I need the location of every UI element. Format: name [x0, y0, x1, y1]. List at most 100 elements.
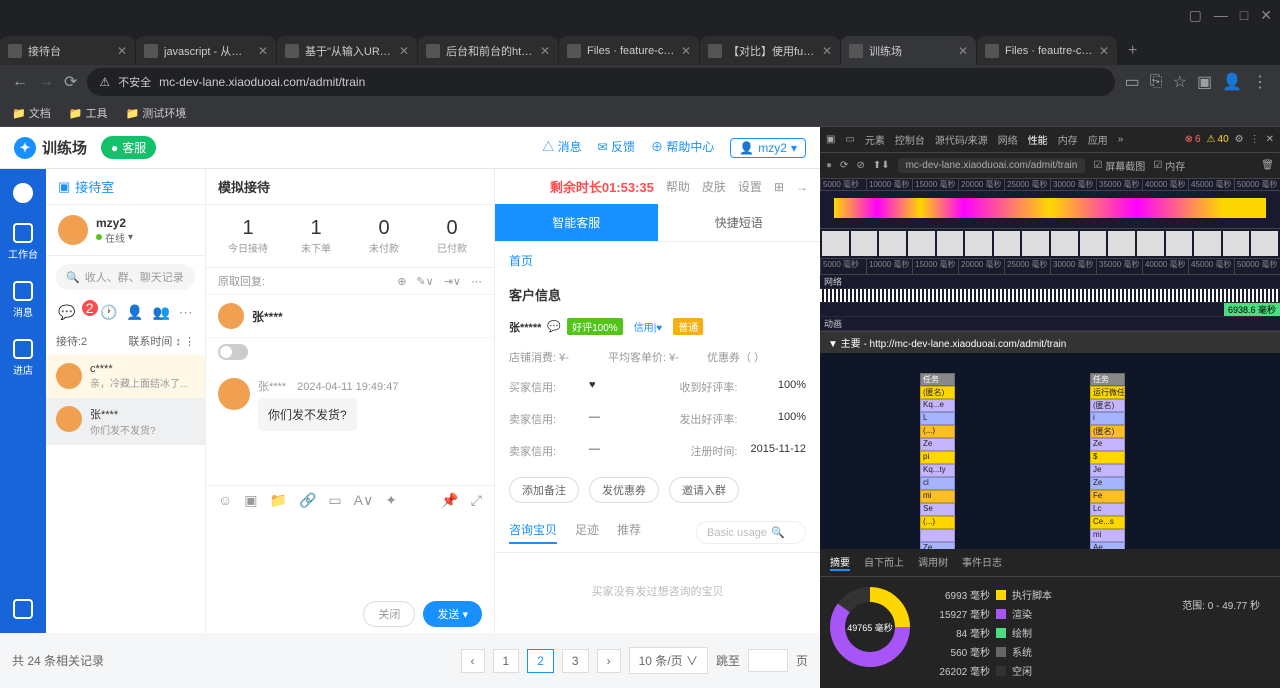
search-goods[interactable]: Basic usage 🔍	[696, 521, 806, 544]
chat-icon[interactable]: 💬	[547, 320, 561, 333]
frame-thumbnail[interactable]	[1108, 231, 1135, 256]
perf-url[interactable]: mc-dev-lane.xiaoduoai.com/admit/train	[898, 158, 1086, 173]
tab-ai[interactable]: 智能客服	[495, 204, 658, 241]
status[interactable]: 在线 ▾	[96, 230, 133, 245]
message-input[interactable]	[206, 515, 494, 595]
error-count[interactable]: ⊗ 6	[1185, 134, 1201, 145]
close-tab-icon[interactable]: ✕	[822, 44, 832, 58]
device-icon[interactable]: ▭	[845, 134, 854, 145]
tab-quick[interactable]: 快捷短语	[658, 204, 821, 241]
star-icon[interactable]: ✦	[385, 492, 397, 509]
cancel-button[interactable]: 关闭	[363, 601, 415, 627]
group-icon[interactable]: 👥	[153, 304, 170, 321]
page-3[interactable]: 3	[562, 649, 589, 673]
star-icon[interactable]: ☆	[1173, 72, 1187, 92]
more-icon[interactable]: ⋯	[179, 304, 193, 321]
close-tab-icon[interactable]: ✕	[258, 44, 268, 58]
minimize-icon[interactable]: —	[1214, 7, 1228, 23]
gear-icon[interactable]: ⚙	[1235, 134, 1244, 145]
close-tab-icon[interactable]: ✕	[681, 44, 691, 58]
subtab-recommend[interactable]: 推荐	[617, 521, 641, 544]
memory-check[interactable]: ☑ 内存	[1153, 158, 1185, 173]
card-icon[interactable]: ▭	[328, 492, 341, 509]
devtools-tab[interactable]: 元素	[865, 132, 885, 147]
frame-thumbnail[interactable]	[1223, 231, 1250, 256]
edit-icon[interactable]: ✎∨	[416, 275, 433, 288]
restore-icon[interactable]: ▢	[1189, 7, 1202, 24]
devtools-tab[interactable]: 性能	[1028, 132, 1048, 147]
flame-main-label[interactable]: ▼ 主要 - http://mc-dev-lane.xiaoduoai.com/…	[820, 332, 1280, 353]
close-tab-icon[interactable]: ✕	[1099, 44, 1109, 58]
extensions-icon[interactable]: ▣	[1197, 72, 1212, 92]
header-msg[interactable]: △ 消息	[542, 138, 581, 158]
help-link[interactable]: 帮助	[666, 178, 690, 195]
close-window-icon[interactable]: ✕	[1260, 7, 1272, 24]
overflow-icon[interactable]: »	[1118, 134, 1124, 145]
flame-chart[interactable]: 任务(匿名)Kq...eL(...)ZepiKq...tyclmiSe(...)…	[820, 353, 1280, 549]
inspect-icon[interactable]: ▣	[826, 134, 835, 145]
rail-store[interactable]: 进店	[13, 339, 33, 377]
screenshots-check[interactable]: ☑ 屏幕截图	[1093, 158, 1145, 173]
page-size[interactable]: 10 条/页 ∨	[629, 647, 708, 674]
link-icon[interactable]: 🔗	[299, 492, 316, 509]
close-tab-icon[interactable]: ✕	[399, 44, 409, 58]
frame-thumbnail[interactable]	[994, 231, 1021, 256]
devtools-tab[interactable]: 控制台	[895, 132, 925, 147]
browser-tab[interactable]: Files · feautre-cxx-searc✕	[977, 36, 1117, 65]
summary-tab[interactable]: 事件日志	[962, 554, 1002, 571]
bookmark-item[interactable]: 📁 工具	[69, 105, 108, 121]
copy-icon[interactable]: ⊕	[397, 275, 406, 288]
profile-icon[interactable]: 👤	[1222, 72, 1242, 92]
reload-record-icon[interactable]: ⟳	[840, 160, 848, 171]
browser-tab[interactable]: 接待台✕	[0, 36, 135, 65]
expand-icon[interactable]: ⤢	[471, 492, 482, 509]
home-link[interactable]: 首页	[495, 242, 820, 279]
subtab-history[interactable]: 足迹	[575, 521, 599, 544]
close-devtools-icon[interactable]: ✕	[1266, 134, 1274, 145]
summary-tab[interactable]: 调用树	[918, 554, 948, 571]
frame-thumbnail[interactable]	[1166, 231, 1193, 256]
translate-icon[interactable]: ⎘	[1150, 73, 1163, 91]
close-tab-icon[interactable]: ✕	[958, 44, 968, 58]
warn-count[interactable]: ⚠ 40	[1207, 134, 1229, 145]
more-icon[interactable]: ⋯	[471, 275, 482, 288]
person-icon[interactable]: 👤	[126, 304, 143, 321]
clear-icon[interactable]: ⊘	[856, 160, 864, 171]
skin-link[interactable]: 皮肤	[702, 178, 726, 195]
frame-thumbnail[interactable]	[1194, 231, 1221, 256]
frame-thumbnail[interactable]	[879, 231, 906, 256]
subtab-consult[interactable]: 咨询宝贝	[509, 521, 557, 544]
prev-page[interactable]: ‹	[461, 649, 485, 673]
page-2[interactable]: 2	[527, 649, 554, 673]
chat-filter-icon[interactable]: 💬2	[58, 304, 91, 321]
menu-icon[interactable]: ⋮	[1252, 72, 1268, 92]
frame-thumbnail[interactable]	[1051, 231, 1078, 256]
trash-icon[interactable]: 🗑	[1261, 160, 1274, 171]
next-page[interactable]: ›	[597, 649, 621, 673]
frame-thumbnail[interactable]	[1137, 231, 1164, 256]
toggle[interactable]	[218, 344, 248, 360]
font-icon[interactable]: A∨	[354, 492, 374, 509]
close-tab-icon[interactable]: ✕	[540, 44, 550, 58]
search-input[interactable]: 🔍 收人、群、聊天记录	[56, 264, 195, 290]
pin-icon[interactable]: 📌	[441, 492, 458, 509]
overview-timeline[interactable]: 5000 毫秒10000 毫秒15000 毫秒20000 毫秒25000 毫秒3…	[820, 179, 1280, 229]
summary-tab[interactable]: 自下而上	[864, 554, 904, 571]
browser-tab[interactable]: javascript - 从输入URL到✕	[136, 36, 276, 65]
url-input[interactable]: ⚠ 不安全 mc-dev-lane.xiaoduoai.com/admit/tr…	[87, 68, 1114, 96]
devtools-tab[interactable]: 应用	[1088, 132, 1108, 147]
devtools-tab[interactable]: 源代码/来源	[935, 132, 988, 147]
collapse-icon[interactable]: →	[796, 180, 808, 194]
action-button[interactable]: 发优惠券	[589, 477, 659, 503]
frame-thumbnail[interactable]	[822, 231, 849, 256]
forward-icon[interactable]: ⇥∨	[444, 275, 461, 288]
user-chip[interactable]: 👤 mzy2 ▾	[730, 138, 806, 158]
rail-menu[interactable]	[13, 599, 33, 619]
record-icon[interactable]: ●	[826, 160, 832, 171]
reload-icon[interactable]: ⟳	[64, 72, 77, 92]
emoji-icon[interactable]: ☺	[218, 492, 232, 509]
rail-message[interactable]: 消息	[13, 281, 33, 319]
conversation-item[interactable]: c****亲，冷藏上面结冰了...	[46, 355, 205, 398]
frame-thumbnail[interactable]	[1080, 231, 1107, 256]
header-feedback[interactable]: ✉ 反馈	[598, 138, 635, 158]
